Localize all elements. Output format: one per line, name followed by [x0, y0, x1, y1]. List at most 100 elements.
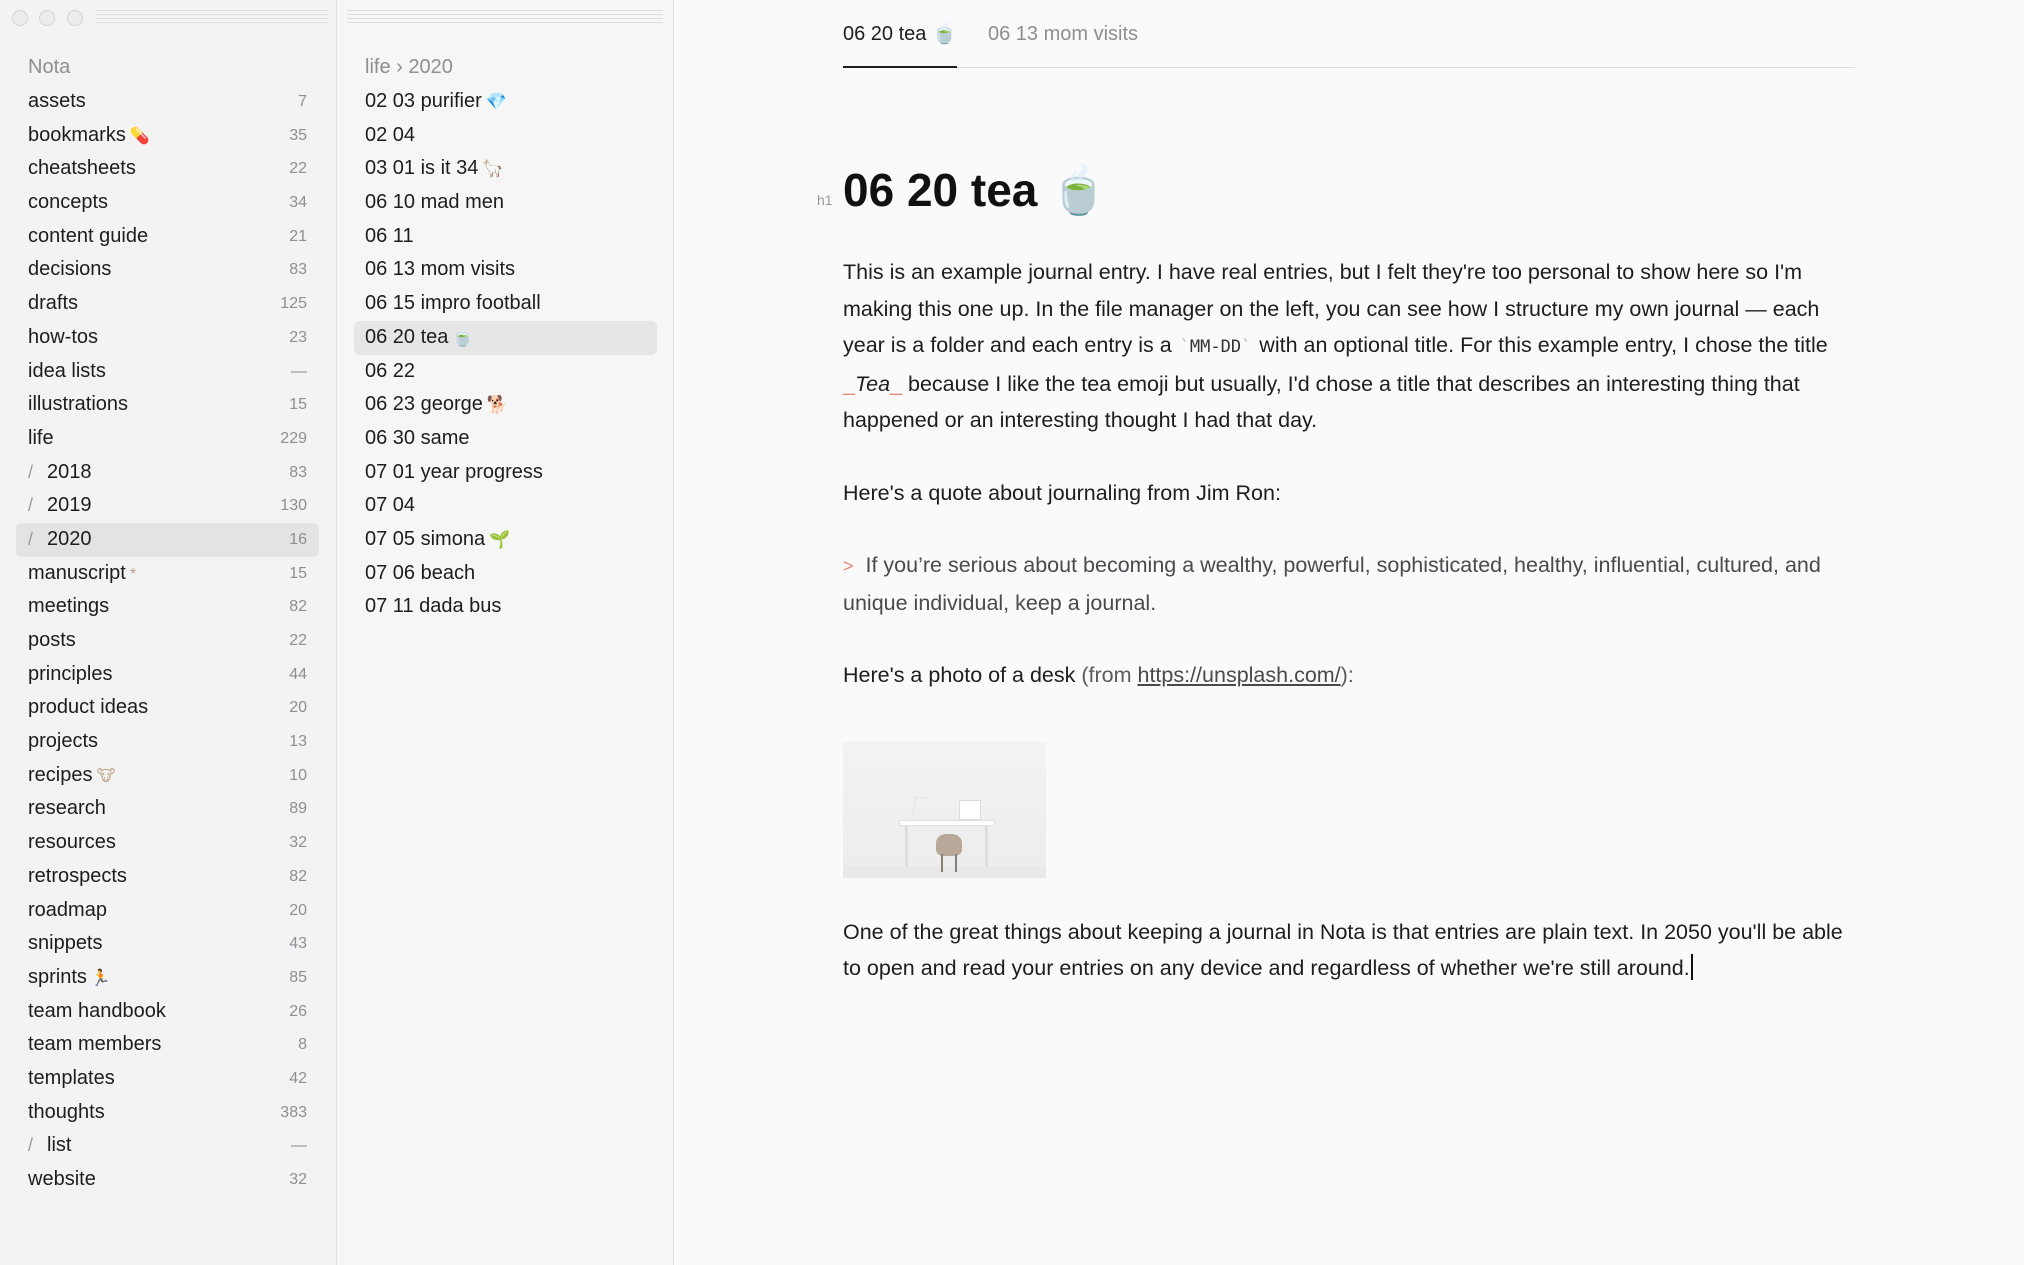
- sidebar-item-concepts[interactable]: concepts 34: [16, 186, 319, 220]
- sidebar-item-projects[interactable]: projects 13: [16, 725, 319, 759]
- sidebar-item-list[interactable]: / list —: [16, 1129, 319, 1163]
- file-item-label: 07 04: [365, 494, 416, 517]
- sidebar-item-manuscript[interactable]: manuscript * 15: [16, 557, 319, 591]
- close-window-button[interactable]: [12, 10, 28, 26]
- sidebar-item-idea-lists[interactable]: idea lists —: [16, 355, 319, 389]
- file-item-06-30-same[interactable]: 06 30 same: [354, 422, 657, 456]
- sidebar-item-bookmarks[interactable]: bookmarks 💊 35: [16, 119, 319, 153]
- item-count: 82: [289, 598, 307, 616]
- file-emoji-icon: 🍵: [452, 327, 474, 347]
- zoom-window-button[interactable]: [67, 10, 83, 26]
- paragraph-intro[interactable]: This is an example journal entry. I have…: [843, 254, 1863, 439]
- sidebar-item-label: concepts: [28, 191, 109, 214]
- sidebar-item-content-guide[interactable]: content guide 21: [16, 220, 319, 254]
- file-item-06-15-impro-football[interactable]: 06 15 impro football: [354, 287, 657, 321]
- sidebar-item-resources[interactable]: resources 32: [16, 826, 319, 860]
- item-count: 16: [289, 530, 307, 548]
- sidebar-item-label: decisions: [28, 258, 112, 281]
- file-item-07-04[interactable]: 07 04: [354, 489, 657, 523]
- file-item-02-03-purifier[interactable]: 02 03 purifier 💎: [354, 85, 657, 119]
- editor: 06 20 tea 🍵 06 13 mom visits h1 06 20 te…: [674, 0, 2024, 1265]
- file-item-02-04[interactable]: 02 04: [354, 119, 657, 153]
- sidebar-item-team-members[interactable]: team members 8: [16, 1028, 319, 1062]
- sidebar-item-templates[interactable]: templates 42: [16, 1062, 319, 1096]
- minimize-window-button[interactable]: [39, 10, 55, 26]
- sidebar-item-team-handbook[interactable]: team handbook 26: [16, 995, 319, 1029]
- item-count: 23: [289, 328, 307, 346]
- sidebar-item-decisions[interactable]: decisions 83: [16, 253, 319, 287]
- sidebar-item-meetings[interactable]: meetings 82: [16, 590, 319, 624]
- item-count: 83: [289, 463, 307, 481]
- sidebar-item-label: projects: [28, 730, 99, 753]
- sidebar-item-label: product ideas: [28, 696, 149, 719]
- sidebar-item-roadmap[interactable]: roadmap 20: [16, 894, 319, 928]
- sidebar-item-cheatsheets[interactable]: cheatsheets 22: [16, 152, 319, 186]
- sidebar-item-retrospects[interactable]: retrospects 82: [16, 860, 319, 894]
- sidebar-item-posts[interactable]: posts 22: [16, 624, 319, 658]
- sidebar-item-label: idea lists: [28, 359, 106, 382]
- emphasis-text: Tea: [854, 371, 891, 396]
- sidebar-item-label: cheatsheets: [28, 157, 136, 180]
- subfolder-indicator: /: [28, 528, 34, 549]
- sidebar-item-label: snippets: [28, 932, 103, 955]
- heading-marker: h1: [817, 192, 833, 208]
- sidebar-item-how-tos[interactable]: how-tos 23: [16, 321, 319, 355]
- sidebar-item-label: life: [28, 426, 54, 449]
- file-item-07-11-dada-bus[interactable]: 07 11 dada bus: [354, 590, 657, 624]
- sidebar-item-2018[interactable]: / 2018 83: [16, 456, 319, 490]
- sidebar-item-2019[interactable]: / 2019 130: [16, 489, 319, 523]
- drag-handle[interactable]: [96, 10, 328, 26]
- tab-06-20-tea[interactable]: 06 20 tea 🍵: [843, 14, 957, 68]
- file-emoji-icon: 🐕: [486, 395, 509, 415]
- file-item-label: 06 30 same: [365, 426, 470, 449]
- blockquote[interactable]: > If you’re serious about becoming a weal…: [843, 547, 1863, 621]
- sidebar-item-research[interactable]: research 89: [16, 792, 319, 826]
- sidebar-item-snippets[interactable]: snippets 43: [16, 927, 319, 961]
- sidebar-item-label: recipes: [28, 763, 93, 786]
- document[interactable]: h1 06 20 tea 🍵 This is an example journa…: [817, 150, 1863, 987]
- tab-06-13-mom-visits[interactable]: 06 13 mom visits: [988, 14, 1138, 68]
- sidebar-item-life[interactable]: life 229: [16, 422, 319, 456]
- breadcrumb[interactable]: life › 2020: [365, 52, 453, 82]
- sidebar-item-sprints[interactable]: sprints 🏃 85: [16, 961, 319, 995]
- sidebar-item-thoughts[interactable]: thoughts 383: [16, 1096, 319, 1130]
- file-item-06-23-george[interactable]: 06 23 george 🐕: [354, 388, 657, 422]
- file-item-06-20-tea[interactable]: 06 20 tea 🍵: [354, 320, 657, 355]
- sidebar-item-label: research: [28, 797, 106, 820]
- file-item-07-01-year-progress[interactable]: 07 01 year progress: [354, 456, 657, 490]
- desk-photo[interactable]: [843, 741, 1046, 878]
- sidebar-item-label: how-tos: [28, 325, 99, 348]
- sidebar-item-illustrations[interactable]: illustrations 15: [16, 388, 319, 422]
- file-item-06-22[interactable]: 06 22: [354, 355, 657, 389]
- sidebar-item-product-ideas[interactable]: product ideas 20: [16, 691, 319, 725]
- file-item-06-10-mad-men[interactable]: 06 10 mad men: [354, 186, 657, 220]
- item-count: 10: [289, 766, 307, 784]
- sidebar-item-recipes[interactable]: recipes 🐮 10: [16, 759, 319, 793]
- sidebar-item-assets[interactable]: assets 7: [16, 85, 319, 119]
- item-count: 26: [289, 1002, 307, 1020]
- sidebar-item-website[interactable]: website 32: [16, 1163, 319, 1197]
- page-title[interactable]: 06 20 tea 🍵: [843, 150, 1863, 230]
- drag-handle[interactable]: [347, 10, 663, 26]
- file-item-label: 02 04: [365, 123, 416, 146]
- file-item-label: 07 05 simona: [365, 527, 486, 550]
- item-count: 20: [289, 699, 307, 717]
- file-item-07-06-beach[interactable]: 07 06 beach: [354, 557, 657, 591]
- file-item-03-01-is-it-34[interactable]: 03 01 is it 34 🦙: [354, 152, 657, 186]
- paragraph-closing[interactable]: One of the great things about keeping a …: [843, 914, 1863, 987]
- sidebar-item-drafts[interactable]: drafts 125: [16, 287, 319, 321]
- unsplash-link[interactable]: https://unsplash.com/: [1138, 663, 1341, 687]
- paragraph-photo-intro[interactable]: Here's a photo of a desk (from https://u…: [843, 657, 1863, 694]
- sidebar-item-2020[interactable]: / 2020 16: [16, 522, 319, 557]
- file-item-07-05-simona[interactable]: 07 05 simona 🌱: [354, 523, 657, 557]
- item-count: —: [291, 1137, 307, 1155]
- file-item-06-11[interactable]: 06 11: [354, 220, 657, 254]
- folder-emoji-icon: 🏃: [90, 969, 111, 987]
- paragraph-quote-intro[interactable]: Here's a quote about journaling from Jim…: [843, 475, 1863, 512]
- paragraph-text: ):: [1340, 663, 1354, 687]
- paragraph-text: One of the great things about keeping a …: [843, 919, 1843, 981]
- sidebar-item-principles[interactable]: principles 44: [16, 658, 319, 692]
- file-item-06-13-mom-visits[interactable]: 06 13 mom visits: [354, 253, 657, 287]
- item-count: 22: [289, 160, 307, 178]
- blockquote-marker: >: [843, 556, 854, 576]
